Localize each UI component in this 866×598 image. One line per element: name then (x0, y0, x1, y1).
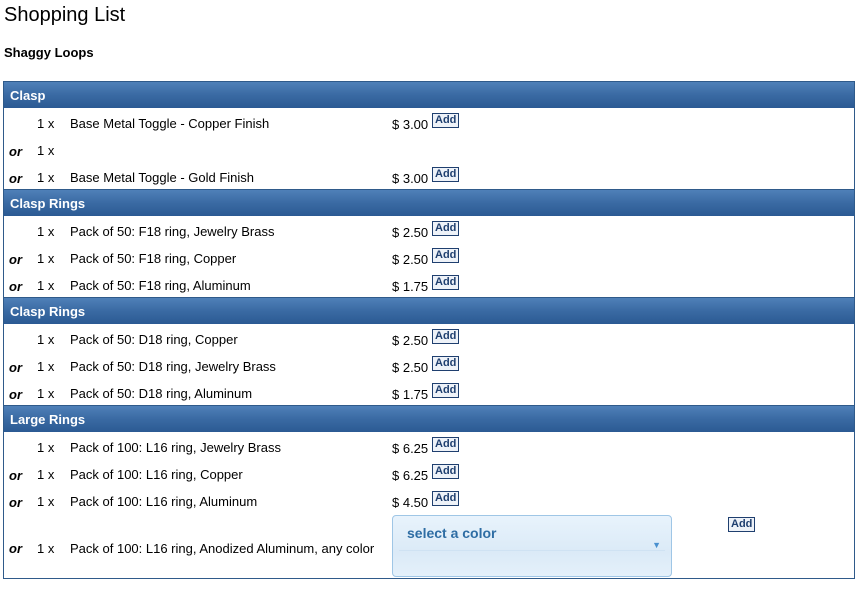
item-description: Pack of 50: D18 ring, Jewelry Brass (70, 359, 276, 374)
add-button[interactable]: Add (432, 275, 460, 290)
item-description: Pack of 50: D18 ring, Aluminum (70, 386, 253, 401)
color-select-label: select a color (407, 525, 497, 541)
or-label: or (9, 252, 22, 267)
add-button[interactable]: Add (432, 113, 460, 128)
list-item: or 1 x Pack of 50: D18 ring, Aluminum $ 1.7… (4, 378, 854, 405)
item-description: Pack of 100: L16 ring, Jewelry Brass (70, 440, 281, 455)
item-quantity: 1 x (37, 440, 55, 455)
or-label: or (9, 279, 22, 294)
page-title: Shopping List (4, 4, 126, 26)
item-quantity: 1 x (37, 332, 55, 347)
item-quantity: 1 x (37, 116, 55, 131)
or-label: or (9, 171, 22, 186)
item-price: $ 2.50 (392, 225, 429, 240)
item-quantity: 1 x (37, 386, 55, 401)
add-button[interactable]: Add (432, 221, 460, 236)
add-button[interactable]: Add (432, 464, 460, 479)
item-price: $ 3.00 (392, 117, 429, 132)
item-description: Base Metal Toggle - Gold Finish (70, 170, 255, 185)
or-label: or (9, 468, 22, 483)
color-select[interactable]: select a color ▼ (392, 515, 672, 577)
item-price: $ 3.00 (392, 171, 429, 186)
item-quantity: 1 x (37, 224, 55, 239)
item-quantity: 1 x (37, 541, 55, 556)
add-button[interactable]: Add (432, 383, 460, 398)
list-item: or 1 x Pack of 100: L16 ring, Copper $ 6.25… (4, 459, 854, 486)
item-price: $ 1.75 (392, 279, 429, 294)
item-quantity: 1 x (37, 494, 55, 509)
item-price: $ 6.25 (392, 441, 429, 456)
item-price: $ 6.25 (392, 468, 429, 483)
project-title: Shaggy Loops (4, 45, 94, 60)
item-price: $ 2.50 (392, 333, 429, 348)
section-header: Clasp Rings (4, 189, 854, 216)
section-header: Clasp (4, 81, 854, 108)
list-item: or 1 x Base Metal Toggle - Gold Finish $ 3.… (4, 162, 854, 189)
item-price: $ 4.50 (392, 495, 429, 510)
item-description: Pack of 50: D18 ring, Copper (70, 332, 238, 347)
item-description: Pack of 100: L16 ring, Copper (70, 467, 243, 482)
item-quantity: 1 x (37, 359, 55, 374)
item-description: Pack of 50: F18 ring, Aluminum (70, 278, 251, 293)
or-label: or (9, 387, 22, 402)
item-description: Pack of 100: L16 ring, Aluminum (70, 494, 258, 509)
list-item: or 1 x Pack of 100: L16 ring, Anodized Alu… (4, 513, 854, 578)
add-button[interactable]: Add (432, 491, 460, 506)
add-button[interactable]: Add (432, 437, 460, 452)
list-item: or 1 x Pack of 50: F18 ring, Aluminum $ 1.7… (4, 270, 854, 297)
chevron-down-icon: ▼ (652, 540, 661, 550)
item-quantity: 1 x (37, 278, 55, 293)
add-button[interactable]: Add (432, 329, 460, 344)
list-item: 1 x Pack of 100: L16 ring, Jewelry Brass $… (4, 432, 854, 459)
list-item: or 1 x Pack of 50: F18 ring, Copper $ 2.50 A… (4, 243, 854, 270)
item-description: Pack of 100: L16 ring, Anodized Aluminum… (70, 541, 375, 556)
item-price: $ 2.50 (392, 360, 429, 375)
or-label: or (9, 144, 22, 159)
select-divider (399, 550, 665, 551)
item-quantity: 1 x (37, 143, 55, 158)
add-button[interactable]: Add (432, 248, 460, 263)
section-header: Clasp Rings (4, 297, 854, 324)
item-quantity: 1 x (37, 170, 55, 185)
list-item: or 1 x Pack of 50: D18 ring, Jewelry Brass… (4, 351, 854, 378)
or-label: or (9, 495, 22, 510)
list-item: or 1 x (4, 135, 854, 162)
item-description: Pack of 50: F18 ring, Copper (70, 251, 237, 266)
list-item: 1 x Base Metal Toggle - Copper Finish $ 3.… (4, 108, 854, 135)
list-item: or 1 x Pack of 100: L16 ring, Aluminum $ 4.… (4, 486, 854, 513)
or-label: or (9, 541, 22, 556)
or-label: or (9, 360, 22, 375)
add-button[interactable]: Add (432, 356, 460, 371)
item-price: $ 1.75 (392, 387, 429, 402)
list-item: 1 x Pack of 50: D18 ring, Copper $ 2.50 Add (4, 324, 854, 351)
item-description: Base Metal Toggle - Copper Finish (70, 116, 270, 131)
shopping-list: Clasp 1 x Base Metal Toggle - Copper Finis… (3, 81, 855, 579)
item-quantity: 1 x (37, 467, 55, 482)
section-header: Large Rings (4, 405, 854, 432)
add-button[interactable]: Add (728, 517, 756, 532)
add-button[interactable]: Add (432, 167, 460, 182)
list-item: 1 x Pack of 50: F18 ring, Jewelry Brass $ … (4, 216, 854, 243)
item-description: Pack of 50: F18 ring, Jewelry Brass (70, 224, 275, 239)
item-quantity: 1 x (37, 251, 55, 266)
item-price: $ 2.50 (392, 252, 429, 267)
